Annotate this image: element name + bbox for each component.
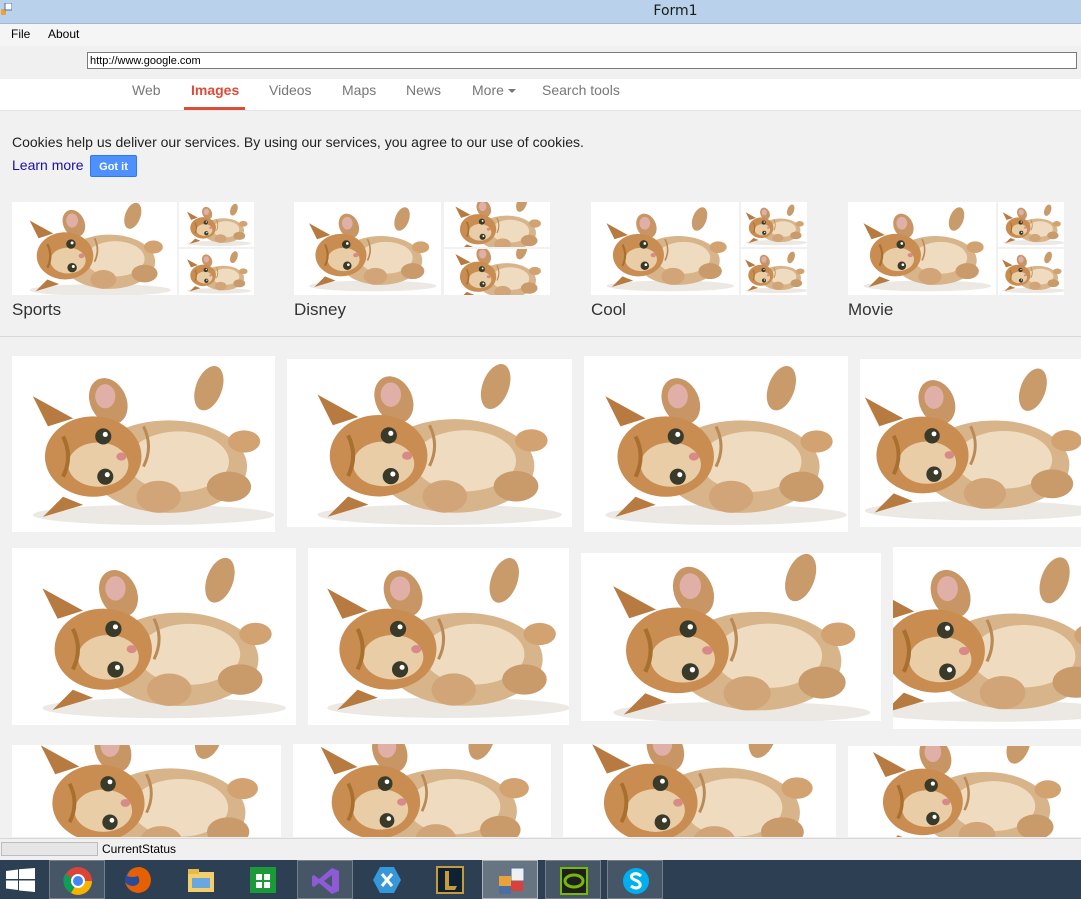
- chrome-icon: [63, 867, 92, 895]
- cookie-message: Cookies help us deliver our services. By…: [12, 134, 584, 150]
- taskbar-league-of-legends[interactable]: [422, 860, 478, 899]
- progress-bar: [1, 842, 98, 856]
- address-input[interactable]: http://www.google.com: [87, 52, 1077, 69]
- category-main-image: [12, 202, 177, 295]
- caret-down-icon: [507, 89, 516, 94]
- xamarin-icon: [373, 867, 401, 893]
- image-result[interactable]: [308, 548, 569, 725]
- image-result[interactable]: [581, 553, 881, 721]
- category-disney[interactable]: [294, 202, 550, 297]
- tab-news[interactable]: News: [406, 82, 441, 98]
- category-movie[interactable]: [848, 202, 1064, 297]
- section-divider: [0, 336, 1081, 337]
- category-label-cool[interactable]: Cool: [591, 300, 626, 320]
- category-cool[interactable]: [591, 202, 807, 297]
- category-main-image: [848, 202, 996, 295]
- got-it-button[interactable]: Got it: [90, 155, 137, 177]
- status-bar: CurrentStatus: [0, 838, 1081, 860]
- tab-more-label: More: [472, 82, 504, 98]
- taskbar-store[interactable]: [235, 860, 291, 899]
- category-small-image: [444, 249, 550, 295]
- category-small-image: [179, 202, 254, 247]
- taskbar-visual-studio[interactable]: [297, 860, 353, 899]
- image-result[interactable]: [287, 359, 572, 527]
- menu-bar: File About: [0, 24, 1081, 46]
- start-button[interactable]: [0, 860, 44, 899]
- image-result[interactable]: [848, 746, 1081, 837]
- skype-icon: [623, 868, 649, 894]
- search-tabs: Web Images Videos Maps News More Search …: [0, 79, 1081, 111]
- taskbar-chrome[interactable]: [49, 860, 105, 899]
- taskbar-skype[interactable]: [607, 860, 663, 899]
- learn-more-link[interactable]: Learn more: [12, 157, 84, 173]
- firefox-icon: [125, 867, 151, 893]
- image-result[interactable]: [12, 356, 275, 532]
- start-icon: [6, 868, 35, 892]
- taskbar-form-app[interactable]: [482, 860, 538, 899]
- results-area: Cookies help us deliver our services. By…: [0, 111, 1081, 837]
- category-label-sports[interactable]: Sports: [12, 300, 61, 320]
- category-label-movie[interactable]: Movie: [848, 300, 893, 320]
- tab-web[interactable]: Web: [132, 82, 161, 98]
- category-small-image: [998, 202, 1064, 247]
- tab-images[interactable]: Images: [191, 82, 239, 98]
- status-label: CurrentStatus: [102, 842, 177, 856]
- league-of-legends-icon: [436, 866, 464, 894]
- address-row: http://www.google.com: [0, 46, 1081, 78]
- menu-about[interactable]: About: [48, 27, 79, 41]
- taskbar: [0, 860, 1081, 899]
- taskbar-nvidia[interactable]: [545, 860, 601, 899]
- category-small-image: [741, 249, 807, 295]
- tab-videos[interactable]: Videos: [269, 82, 312, 98]
- image-result[interactable]: [12, 745, 281, 837]
- nvidia-icon: [560, 867, 588, 895]
- category-small-image: [179, 249, 254, 295]
- taskbar-file-explorer[interactable]: [173, 860, 229, 899]
- tab-maps[interactable]: Maps: [342, 82, 376, 98]
- image-result[interactable]: [893, 547, 1081, 729]
- image-result[interactable]: [860, 359, 1081, 527]
- image-result[interactable]: [293, 744, 551, 837]
- menu-file[interactable]: File: [11, 27, 30, 41]
- tab-search-tools[interactable]: Search tools: [542, 82, 620, 98]
- category-small-image: [998, 249, 1064, 295]
- browser-view[interactable]: Web Images Videos Maps News More Search …: [0, 79, 1081, 837]
- taskbar-firefox[interactable]: [110, 860, 166, 899]
- category-sports[interactable]: [12, 202, 254, 297]
- active-tab-indicator: [184, 107, 245, 110]
- image-result[interactable]: [12, 548, 296, 725]
- category-label-disney[interactable]: Disney: [294, 300, 346, 320]
- category-main-image: [294, 202, 441, 295]
- form-app-icon: [499, 867, 525, 894]
- taskbar-xamarin[interactable]: [359, 860, 415, 899]
- category-small-image: [741, 202, 807, 247]
- image-result[interactable]: [563, 744, 836, 837]
- image-result[interactable]: [584, 356, 848, 532]
- visual-studio-icon: [312, 868, 339, 894]
- category-main-image: [591, 202, 739, 295]
- store-icon: [250, 867, 276, 893]
- category-small-image: [444, 202, 550, 247]
- window-title: Form1: [653, 3, 698, 19]
- file-explorer-icon: [188, 869, 214, 892]
- title-bar: Form1: [0, 0, 1081, 24]
- tab-more[interactable]: More: [472, 82, 516, 98]
